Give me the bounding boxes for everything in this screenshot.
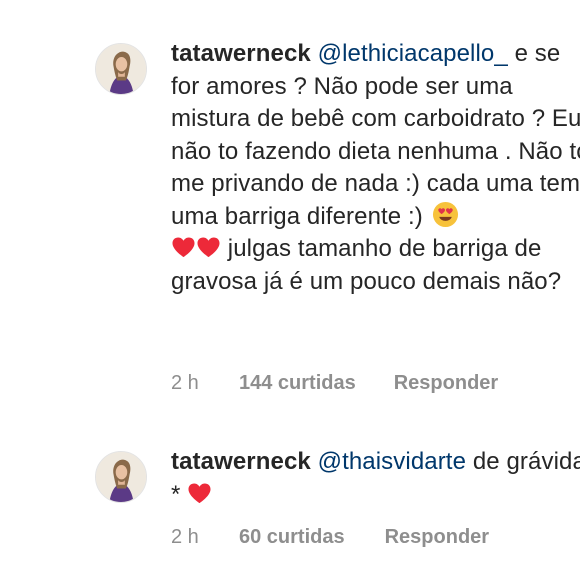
red-heart-icon <box>171 236 196 259</box>
heart-eyes-emoji-icon <box>432 201 459 228</box>
reply-button[interactable]: Responder <box>394 372 498 395</box>
comment-text-continued: julgas tamanho de barriga de gravosa já … <box>171 235 562 295</box>
comment-username[interactable]: tatawerneck <box>171 40 311 67</box>
reply-button[interactable]: Responder <box>385 526 489 549</box>
comment-body: tatawerneck @thaisvidarte de grávida * <box>171 446 580 511</box>
comment-username[interactable]: tatawerneck <box>171 448 311 475</box>
comment-likes-count[interactable]: 60 curtidas <box>239 526 345 549</box>
profile-photo-icon <box>96 44 146 94</box>
comment-meta: 2 h 60 curtidas Responder <box>171 526 489 549</box>
comment-timestamp: 2 h <box>171 526 199 548</box>
comment-timestamp: 2 h <box>171 372 199 394</box>
comment-mention[interactable]: @lethiciacapello_ <box>318 40 508 67</box>
profile-photo-icon <box>96 452 146 502</box>
avatar[interactable] <box>95 43 147 95</box>
red-heart-icon <box>196 236 221 259</box>
comment-likes-count[interactable]: 144 curtidas <box>239 372 356 395</box>
comment-text: e se for amores ? Não pode ser uma mistu… <box>171 40 580 230</box>
avatar[interactable] <box>95 451 147 503</box>
red-heart-icon <box>187 482 212 505</box>
comment-meta: 2 h 144 curtidas Responder <box>171 372 498 395</box>
comment-mention[interactable]: @thaisvidarte <box>318 448 466 475</box>
comment-body: tatawerneck @lethiciacapello_ e se for a… <box>171 38 580 298</box>
